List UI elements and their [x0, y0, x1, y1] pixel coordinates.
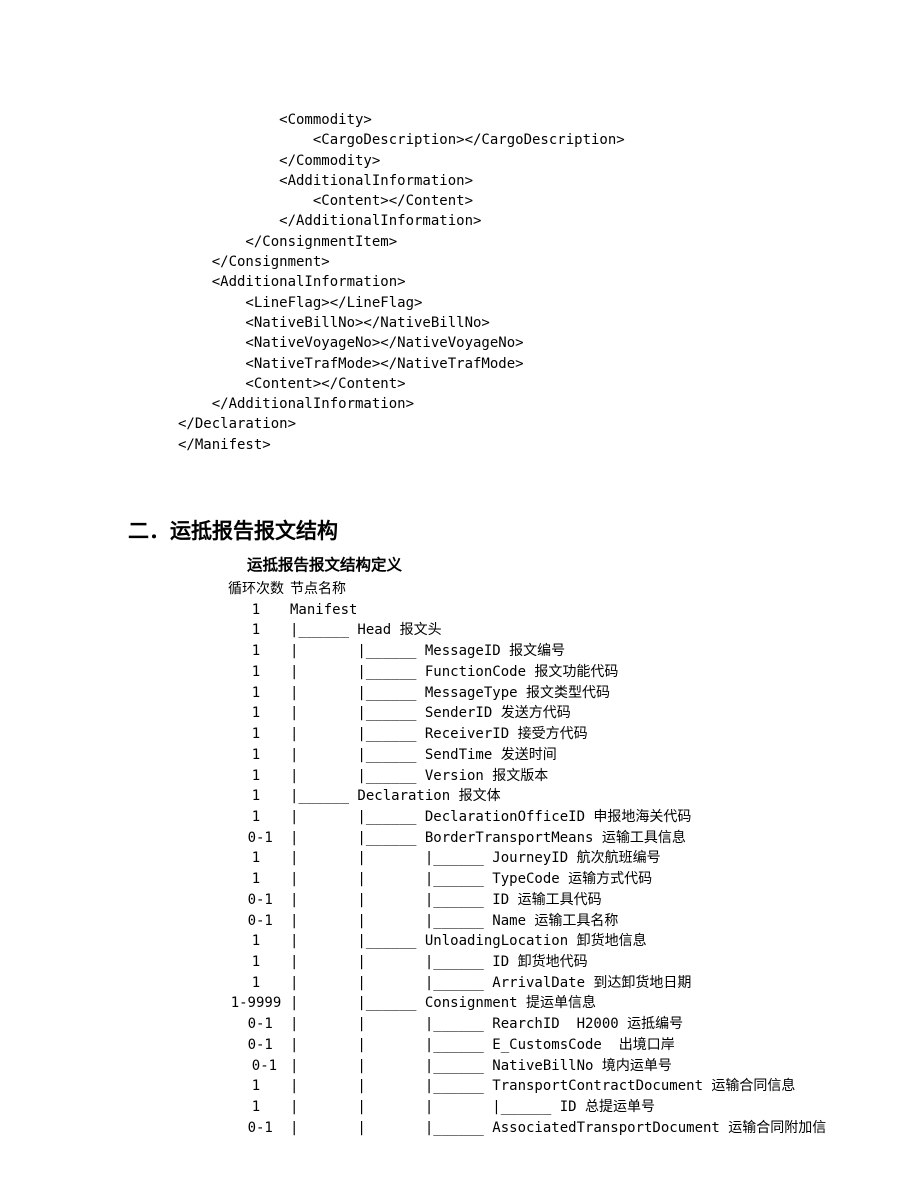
tree-row: 1| | |______ JourneyID 航次航班编号: [222, 848, 920, 869]
node-name-cell: | | | |______ ID 总提运单号: [290, 1097, 655, 1118]
node-name-cell: Manifest: [290, 600, 357, 621]
loop-count-cell: 1: [222, 683, 290, 704]
node-name-cell: | |______ FunctionCode 报文功能代码: [290, 662, 618, 683]
loop-count-cell: 1: [222, 786, 290, 807]
loop-count-cell: 1: [222, 745, 290, 766]
header-loop-count: 循环次数: [222, 579, 290, 600]
loop-count-cell: 0-1: [222, 911, 290, 932]
tree-row: 1| | | |______ ID 总提运单号: [222, 1097, 920, 1118]
loop-count-cell: 1: [222, 952, 290, 973]
tree-row: 0-1| | |______ NativeBillNo 境内运单号: [222, 1056, 920, 1077]
loop-count-cell: 1: [222, 973, 290, 994]
node-name-cell: | |______ MessageID 报文编号: [290, 641, 565, 662]
node-name-cell: | | |______ ID 卸货地代码: [290, 952, 588, 973]
node-name-cell: | | |______ Name 运输工具名称: [290, 911, 618, 932]
loop-count-cell: 1: [222, 766, 290, 787]
node-name-cell: | | |______ TypeCode 运输方式代码: [290, 869, 652, 890]
node-name-cell: | |______ UnloadingLocation 卸货地信息: [290, 931, 647, 952]
structure-tree-table: 循环次数 节点名称 1Manifest1|______ Head 报文头1| |…: [222, 579, 920, 1138]
tree-row: 1| |______ DeclarationOfficeID 申报地海关代码: [222, 807, 920, 828]
loop-count-cell: 1: [222, 620, 290, 641]
tree-row: 1-9999| |______ Consignment 提运单信息: [222, 993, 920, 1014]
tree-row: 1| |______ UnloadingLocation 卸货地信息: [222, 931, 920, 952]
loop-count-cell: 1: [222, 807, 290, 828]
node-name-cell: | | |______ ID 运输工具代码: [290, 890, 602, 911]
tree-row: 1| | |______ ArrivalDate 到达卸货地日期: [222, 973, 920, 994]
node-name-cell: | | |______ RearchID H2000 运抵编号: [290, 1014, 683, 1035]
loop-count-cell: 0-1: [222, 828, 290, 849]
loop-count-cell: 1: [222, 662, 290, 683]
tree-row: 1| | |______ TypeCode 运输方式代码: [222, 869, 920, 890]
node-name-cell: | |______ Consignment 提运单信息: [290, 993, 596, 1014]
tree-row: 1| |______ MessageID 报文编号: [222, 641, 920, 662]
tree-row: 0-1| | |______ E_CustomsCode 出境口岸: [222, 1035, 920, 1056]
node-name-cell: | |______ BorderTransportMeans 运输工具信息: [290, 828, 686, 849]
node-name-cell: | | |______ ArrivalDate 到达卸货地日期: [290, 973, 691, 994]
node-name-cell: | |______ SenderID 发送方代码: [290, 703, 571, 724]
node-name-cell: |______ Head 报文头: [290, 620, 442, 641]
tree-row: 0-1| | |______ RearchID H2000 运抵编号: [222, 1014, 920, 1035]
node-name-cell: | | |______ NativeBillNo 境内运单号: [290, 1056, 672, 1077]
header-node-name: 节点名称: [290, 579, 346, 600]
loop-count-cell: 1: [222, 1097, 290, 1118]
node-name-cell: | |______ Version 报文版本: [290, 766, 548, 787]
loop-count-cell: 0-1: [222, 1014, 290, 1035]
loop-count-cell: 0-1: [222, 1056, 290, 1077]
tree-row: 1| | |______ ID 卸货地代码: [222, 952, 920, 973]
tree-row: 0-1| | |______ AssociatedTransportDocume…: [222, 1118, 920, 1139]
loop-count-cell: 1: [222, 869, 290, 890]
xml-code-block: <Commodity> <CargoDescription></CargoDes…: [178, 110, 920, 455]
tree-row: 1| |______ FunctionCode 报文功能代码: [222, 662, 920, 683]
loop-count-cell: 0-1: [222, 1035, 290, 1056]
loop-count-cell: 1: [222, 1076, 290, 1097]
loop-count-cell: 1: [222, 641, 290, 662]
tree-row: 0-1| | |______ ID 运输工具代码: [222, 890, 920, 911]
loop-count-cell: 1: [222, 703, 290, 724]
tree-row: 1| |______ ReceiverID 接受方代码: [222, 724, 920, 745]
loop-count-cell: 1: [222, 724, 290, 745]
tree-row: 0-1| | |______ Name 运输工具名称: [222, 911, 920, 932]
tree-row: 1| |______ Version 报文版本: [222, 766, 920, 787]
node-name-cell: | | |______ TransportContractDocument 运输…: [290, 1076, 795, 1097]
loop-count-cell: 1: [222, 600, 290, 621]
tree-row: 1| |______ MessageType 报文类型代码: [222, 683, 920, 704]
tree-row: 1|______ Declaration 报文体: [222, 786, 920, 807]
node-name-cell: | |______ SendTime 发送时间: [290, 745, 557, 766]
tree-row: 1|______ Head 报文头: [222, 620, 920, 641]
loop-count-cell: 0-1: [222, 1118, 290, 1139]
tree-header-row: 循环次数 节点名称: [222, 579, 920, 600]
loop-count-cell: 0-1: [222, 890, 290, 911]
tree-row: 1| |______ SendTime 发送时间: [222, 745, 920, 766]
node-name-cell: | |______ ReceiverID 接受方代码: [290, 724, 588, 745]
tree-row: 1Manifest: [222, 600, 920, 621]
node-name-cell: | | |______ JourneyID 航次航班编号: [290, 848, 661, 869]
tree-row: 1| |______ SenderID 发送方代码: [222, 703, 920, 724]
loop-count-cell: 1: [222, 848, 290, 869]
loop-count-cell: 1: [222, 931, 290, 952]
node-name-cell: | | |______ AssociatedTransportDocument …: [290, 1118, 826, 1139]
section-heading: 二．运抵报告报文结构: [128, 515, 920, 545]
tree-row: 1| | |______ TransportContractDocument 运…: [222, 1076, 920, 1097]
node-name-cell: | |______ MessageType 报文类型代码: [290, 683, 610, 704]
node-name-cell: | |______ DeclarationOfficeID 申报地海关代码: [290, 807, 691, 828]
loop-count-cell: 1-9999: [222, 993, 290, 1014]
node-name-cell: |______ Declaration 报文体: [290, 786, 501, 807]
tree-row: 0-1| |______ BorderTransportMeans 运输工具信息: [222, 828, 920, 849]
node-name-cell: | | |______ E_CustomsCode 出境口岸: [290, 1035, 675, 1056]
sub-heading: 运抵报告报文结构定义: [247, 553, 920, 575]
